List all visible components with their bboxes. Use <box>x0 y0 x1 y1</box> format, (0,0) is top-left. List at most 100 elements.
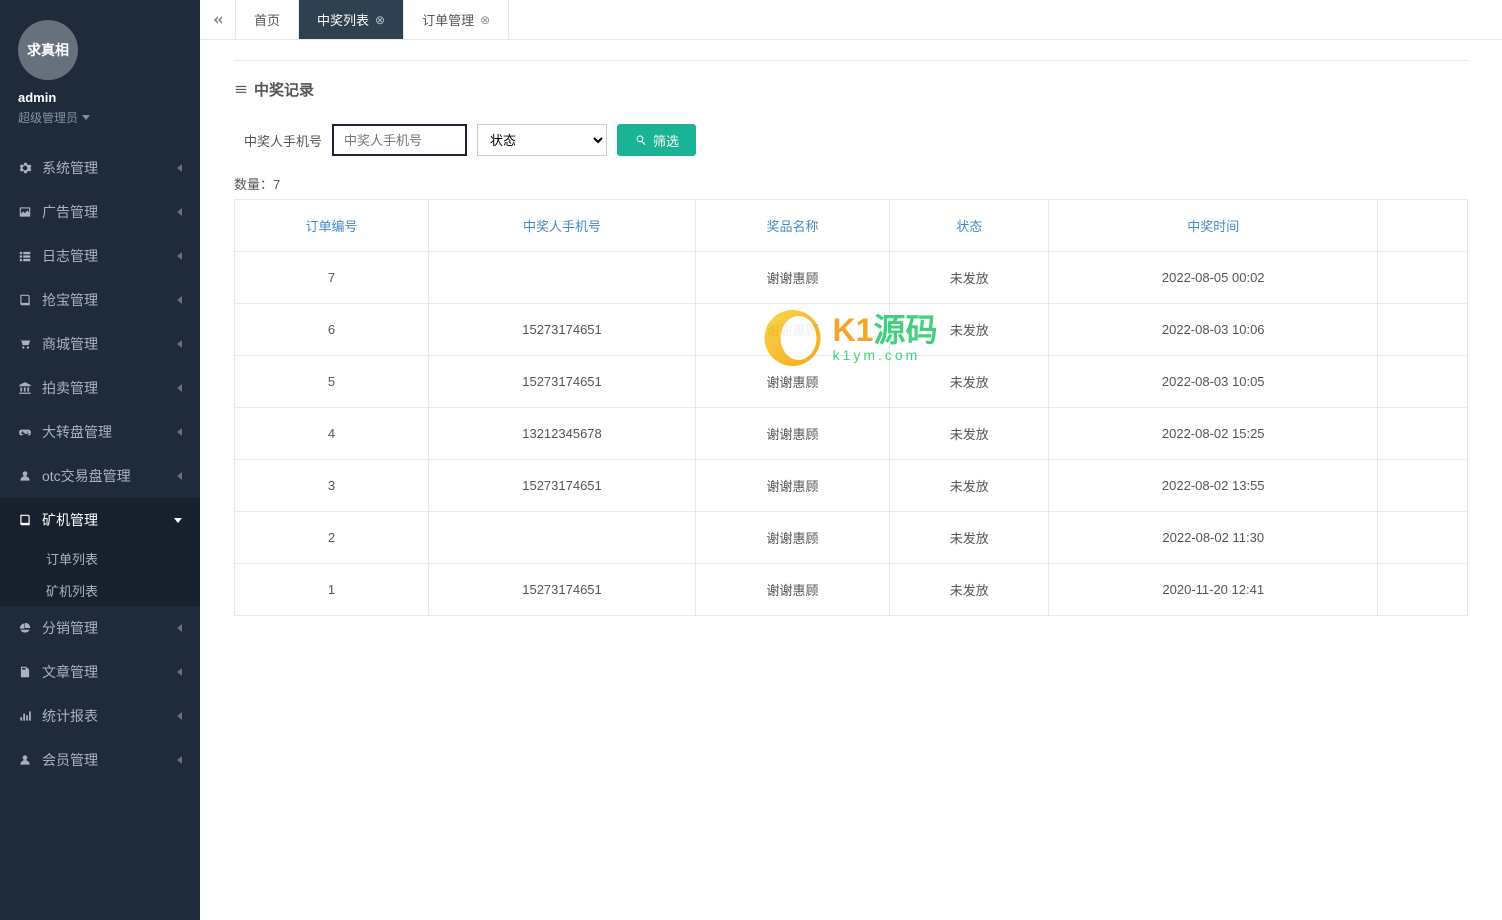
sidebar-item-大转盘管理[interactable]: 大转盘管理 <box>0 410 200 454</box>
count-value: 7 <box>273 177 280 192</box>
chevron-icon <box>177 252 182 260</box>
filter-button[interactable]: 筛选 <box>617 124 696 156</box>
user-role-toggle[interactable]: 超级管理员 <box>18 109 90 126</box>
tab-label: 首页 <box>254 10 280 29</box>
table-cell-phone <box>428 252 695 304</box>
sidebar-item-系统管理[interactable]: 系统管理 <box>0 146 200 190</box>
table-header-row: 订单编号中奖人手机号奖品名称状态中奖时间 <box>235 200 1468 252</box>
table-cell-prize: 谢谢惠顾 <box>696 564 890 616</box>
table-cell-phone: 15273174651 <box>428 356 695 408</box>
doc-icon <box>18 665 32 679</box>
chevron-icon <box>177 340 182 348</box>
sub-nav: 订单列表矿机列表 <box>0 542 200 606</box>
sidebar-item-会员管理[interactable]: 会员管理 <box>0 738 200 782</box>
sidebar-item-文章管理[interactable]: 文章管理 <box>0 650 200 694</box>
table-cell-status: 未发放 <box>890 408 1049 460</box>
chevron-icon <box>177 712 182 720</box>
sidebar-item-label: 统计报表 <box>42 706 98 726</box>
user-name: admin <box>18 90 182 105</box>
table-cell-phone: 15273174651 <box>428 460 695 512</box>
tab-label: 中奖列表 <box>317 10 369 29</box>
sidebar-item-商城管理[interactable]: 商城管理 <box>0 322 200 366</box>
tabs-prev-button[interactable] <box>200 0 236 39</box>
table-cell-actions <box>1378 356 1468 408</box>
table-cell-status: 未发放 <box>890 252 1049 304</box>
sidebar-item-label: 广告管理 <box>42 202 98 222</box>
tab-订单管理[interactable]: 订单管理 ⊗ <box>404 0 509 39</box>
sidebar-item-日志管理[interactable]: 日志管理 <box>0 234 200 278</box>
double-left-icon <box>211 13 225 27</box>
count-line: 数量：7 <box>234 174 1468 193</box>
table-cell-phone: 13212345678 <box>428 408 695 460</box>
book-icon <box>18 293 32 307</box>
list-icon <box>18 249 32 263</box>
sidebar-item-otc交易盘管理[interactable]: otc交易盘管理 <box>0 454 200 498</box>
main: 首页中奖列表⊗订单管理⊗ 中奖记录 中奖人手机号 状态 筛选 数量：7 <box>200 0 1502 920</box>
close-icon[interactable]: ⊗ <box>480 13 490 27</box>
book-icon <box>18 513 32 527</box>
user-icon <box>18 753 32 767</box>
sidebar-item-矿机管理[interactable]: 矿机管理 <box>0 498 200 542</box>
sidebar-item-label: 会员管理 <box>42 750 98 770</box>
table-cell-prize: 谢谢惠顾 <box>696 460 890 512</box>
tab-label: 订单管理 <box>422 10 474 29</box>
table-cell-actions <box>1378 252 1468 304</box>
table-cell-prize: 谢谢惠顾 <box>696 512 890 564</box>
content: 中奖记录 中奖人手机号 状态 筛选 数量：7 订单编号中奖人手机号奖品名称状态中… <box>200 40 1502 920</box>
table-cell-time: 2022-08-03 10:05 <box>1049 356 1378 408</box>
tab-首页[interactable]: 首页 <box>236 0 299 39</box>
chevron-icon <box>177 384 182 392</box>
table-cell-id: 1 <box>235 564 429 616</box>
phone-input[interactable] <box>332 124 467 156</box>
table-cell-phone: 15273174651 <box>428 304 695 356</box>
filter-phone-label: 中奖人手机号 <box>244 131 322 150</box>
sidebar-item-广告管理[interactable]: 广告管理 <box>0 190 200 234</box>
table-cell-id: 2 <box>235 512 429 564</box>
list-icon <box>234 83 248 97</box>
status-select[interactable]: 状态 <box>477 124 607 156</box>
sidebar-item-分销管理[interactable]: 分销管理 <box>0 606 200 650</box>
avatar-watermark: 求真相 <box>27 40 69 60</box>
table-cell-id: 5 <box>235 356 429 408</box>
table-cell-status: 未发放 <box>890 564 1049 616</box>
close-icon[interactable]: ⊗ <box>375 13 385 27</box>
table-cell-actions <box>1378 564 1468 616</box>
table-row: 115273174651谢谢惠顾未发放2020-11-20 12:41 <box>235 564 1468 616</box>
sidebar-item-统计报表[interactable]: 统计报表 <box>0 694 200 738</box>
sidebar-item-label: 系统管理 <box>42 158 98 178</box>
table-cell-time: 2022-08-03 10:06 <box>1049 304 1378 356</box>
sub-nav-item-矿机列表[interactable]: 矿机列表 <box>0 574 200 606</box>
table-cell-actions <box>1378 304 1468 356</box>
sidebar-item-label: 文章管理 <box>42 662 98 682</box>
search-icon <box>634 133 648 147</box>
table-cell-time: 2022-08-05 00:02 <box>1049 252 1378 304</box>
chevron-icon <box>177 472 182 480</box>
sub-nav-item-订单列表[interactable]: 订单列表 <box>0 542 200 574</box>
chevron-icon <box>177 668 182 676</box>
sidebar-item-label: 大转盘管理 <box>42 422 112 442</box>
chevron-icon <box>177 296 182 304</box>
table-cell-id: 4 <box>235 408 429 460</box>
table-cell-id: 6 <box>235 304 429 356</box>
sidebar-nav: 系统管理广告管理日志管理抢宝管理商城管理拍卖管理大转盘管理 otc交易盘管理矿机管… <box>0 146 200 920</box>
data-table: 订单编号中奖人手机号奖品名称状态中奖时间 7谢谢惠顾未发放2022-08-05 … <box>234 199 1468 616</box>
table-cell-time: 2020-11-20 12:41 <box>1049 564 1378 616</box>
table-cell-prize: 谢谢惠顾 <box>696 356 890 408</box>
sidebar-item-抢宝管理[interactable]: 抢宝管理 <box>0 278 200 322</box>
table-cell-id: 3 <box>235 460 429 512</box>
table-cell-time: 2022-08-02 11:30 <box>1049 512 1378 564</box>
bank-icon <box>18 381 32 395</box>
sidebar-item-拍卖管理[interactable]: 拍卖管理 <box>0 366 200 410</box>
chevron-icon <box>177 164 182 172</box>
sidebar-item-label: 日志管理 <box>42 246 98 266</box>
table-header-cell: 奖品名称 <box>696 200 890 252</box>
tab-中奖列表[interactable]: 中奖列表 ⊗ <box>299 0 404 39</box>
table-cell-prize: 谢谢惠顾 <box>696 304 890 356</box>
chevron-icon <box>177 428 182 436</box>
table-row: 413212345678谢谢惠顾未发放2022-08-02 15:25 <box>235 408 1468 460</box>
cart-icon <box>18 337 32 351</box>
table-cell-id: 7 <box>235 252 429 304</box>
dashboard-icon <box>18 621 32 635</box>
table-header-cell: 中奖时间 <box>1049 200 1378 252</box>
avatar: 求真相 <box>18 20 78 80</box>
